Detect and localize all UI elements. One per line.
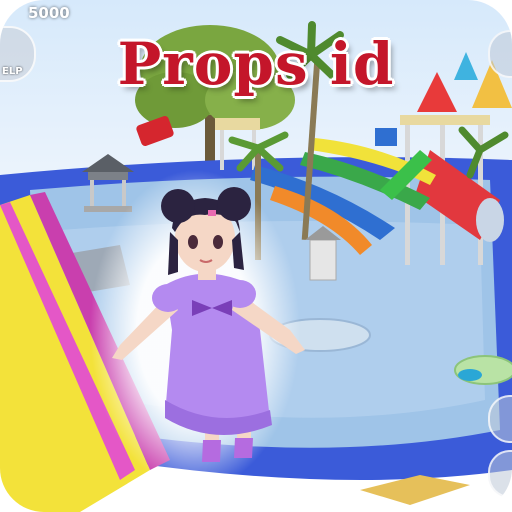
app-icon-frame: 5000 ELP Props id — [0, 0, 512, 512]
page-title: Props id — [117, 30, 395, 98]
money-counter: 5000 — [28, 4, 70, 22]
